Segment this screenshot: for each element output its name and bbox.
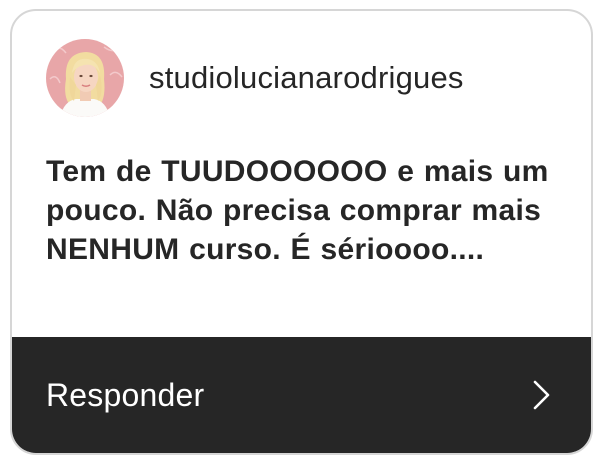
username[interactable]: studiolucianarodrigues [149,60,464,96]
avatar[interactable] [46,39,124,117]
avatar-image [46,39,124,117]
comment-header: studiolucianarodrigues [46,39,464,117]
comment-text: Tem de TUUDOOOOOO e mais um pouco. Não p… [46,155,549,266]
reply-button[interactable]: Responder [12,337,591,453]
chevron-right-icon [533,380,550,410]
comment-reply-card: studiolucianarodrigues Tem de TUUDOOOOOO… [10,9,593,455]
reply-label: Responder [46,376,205,413]
